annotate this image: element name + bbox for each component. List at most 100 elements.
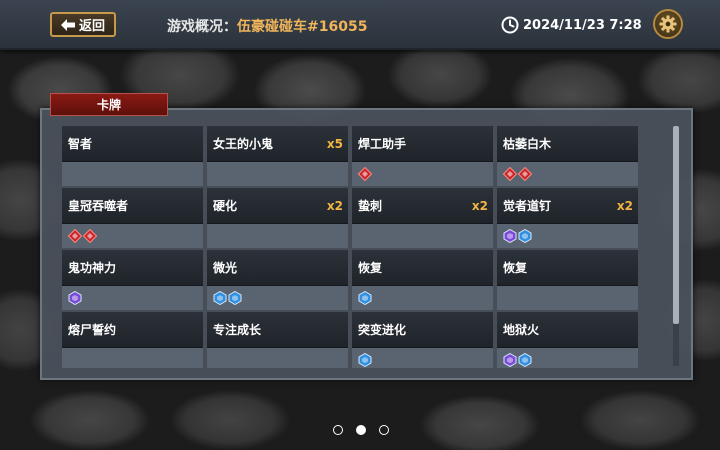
card-header: 鬼功神力	[62, 250, 203, 286]
purple-gem-icon	[503, 353, 517, 367]
card-header: 地狱火	[497, 312, 638, 348]
card-gem-row	[207, 286, 348, 310]
card-name: 皇冠吞噬者	[68, 199, 129, 213]
card-gem-row	[62, 348, 203, 368]
red-gem-icon	[358, 167, 372, 181]
page-dot[interactable]	[379, 425, 389, 435]
card-header: 枯萎白木	[497, 126, 638, 162]
back-button-label: 返回	[78, 19, 105, 34]
card-header: 恢复	[497, 250, 638, 286]
card-item[interactable]: 女王的小鬼 x5	[207, 126, 348, 188]
blue-gem-icon	[228, 291, 242, 305]
card-header: 专注成长	[207, 312, 348, 348]
card-item[interactable]: 鬼功神力	[62, 250, 203, 312]
card-count: x2	[616, 198, 633, 213]
card-item[interactable]: 熔尸誓约	[62, 312, 203, 368]
card-gem-row	[207, 348, 348, 368]
card-name: 智者	[68, 137, 93, 151]
card-gem-row	[497, 224, 638, 248]
red-gem-icon	[83, 229, 97, 243]
card-item[interactable]: 专注成长	[207, 312, 348, 368]
card-item[interactable]: 枯萎白木	[497, 126, 638, 188]
tab-cards[interactable]: 卡牌	[50, 93, 168, 116]
card-gem-row	[352, 224, 493, 248]
blue-gem-icon	[518, 353, 532, 367]
card-header: 恢复	[352, 250, 493, 286]
red-gem-icon	[503, 167, 517, 181]
red-gem-icon	[68, 229, 82, 243]
card-name: 鬼功神力	[68, 261, 117, 275]
tab-cards-label: 卡牌	[96, 98, 121, 112]
card-grid: 智者 女王的小鬼 x5 焊工助手 枯萎白木皇冠吞噬者 硬化 x2 蛰刺 x2 觉者道钉 x2 鬼功神力…	[62, 126, 642, 368]
card-gem-row	[62, 224, 203, 248]
card-item[interactable]: 恢复	[352, 250, 493, 312]
card-item[interactable]: 焊工助手	[352, 126, 493, 188]
card-item[interactable]: 突变进化	[352, 312, 493, 368]
card-name: 焊工助手	[358, 137, 407, 151]
purple-gem-icon	[68, 291, 82, 305]
card-header: 智者	[62, 126, 203, 162]
card-name: 地狱火	[503, 323, 540, 337]
datetime-text: 2024/11/23 7:28	[523, 17, 642, 33]
card-header: 微光	[207, 250, 348, 286]
settings-button[interactable]	[653, 9, 683, 39]
card-gem-row	[352, 348, 493, 368]
card-item[interactable]: 智者	[62, 126, 203, 188]
card-list[interactable]: 智者 女王的小鬼 x5 焊工助手 枯萎白木皇冠吞噬者 硬化 x2 蛰刺 x2 觉者道钉 x2 鬼功神力…	[62, 126, 642, 368]
card-name: 蛰刺	[358, 199, 383, 213]
blue-gem-icon	[518, 229, 532, 243]
card-name: 专注成长	[213, 323, 262, 337]
card-gem-row	[207, 162, 348, 186]
card-gem-row	[62, 162, 203, 186]
back-button[interactable]: 返回	[50, 12, 116, 37]
card-item[interactable]: 皇冠吞噬者	[62, 188, 203, 250]
datetime-display: 2024/11/23 7:28	[501, 15, 642, 35]
scroll-thumb[interactable]	[673, 126, 679, 324]
page-title: 游戏概况：伍豪碰碰车#16055	[167, 16, 367, 36]
card-header: 女王的小鬼 x5	[207, 126, 348, 162]
card-name: 枯萎白木	[503, 137, 552, 151]
arrow-left-icon	[60, 18, 75, 31]
blue-gem-icon	[213, 291, 227, 305]
card-name: 女王的小鬼	[213, 137, 274, 151]
card-gem-row	[207, 224, 348, 248]
page-indicator	[333, 424, 402, 436]
card-header: 熔尸誓约	[62, 312, 203, 348]
card-gem-row	[62, 286, 203, 310]
card-count: x5	[326, 136, 343, 151]
card-name: 硬化	[213, 199, 238, 213]
card-item[interactable]: 地狱火	[497, 312, 638, 368]
card-gem-row	[352, 162, 493, 186]
card-count: x2	[471, 198, 488, 213]
card-item[interactable]: 觉者道钉 x2	[497, 188, 638, 250]
card-header: 蛰刺 x2	[352, 188, 493, 224]
card-item[interactable]: 微光	[207, 250, 348, 312]
card-header: 突变进化	[352, 312, 493, 348]
card-item[interactable]: 恢复	[497, 250, 638, 312]
page-dot[interactable]	[333, 425, 343, 435]
card-count: x2	[326, 198, 343, 213]
card-gem-row	[352, 286, 493, 310]
card-header: 硬化 x2	[207, 188, 348, 224]
card-gem-row	[497, 286, 638, 310]
card-header: 觉者道钉 x2	[497, 188, 638, 224]
card-gem-row	[497, 348, 638, 368]
card-item[interactable]: 硬化 x2	[207, 188, 348, 250]
card-header: 皇冠吞噬者	[62, 188, 203, 224]
card-name: 熔尸誓约	[68, 323, 117, 337]
blue-gem-icon	[358, 291, 372, 305]
card-name: 恢复	[358, 261, 383, 275]
red-gem-icon	[518, 167, 532, 181]
scrollbar[interactable]	[673, 126, 679, 366]
game-name: 伍豪碰碰车#16055	[237, 19, 368, 35]
card-name: 恢复	[503, 261, 528, 275]
purple-gem-icon	[503, 229, 517, 243]
clock-icon	[501, 16, 519, 34]
page-dot[interactable]	[356, 425, 366, 435]
card-name: 微光	[213, 261, 238, 275]
card-name: 突变进化	[358, 323, 407, 337]
card-name: 觉者道钉	[503, 199, 552, 213]
card-item[interactable]: 蛰刺 x2	[352, 188, 493, 250]
card-gem-row	[497, 162, 638, 186]
page-title-prefix: 游戏概况：	[167, 19, 237, 35]
